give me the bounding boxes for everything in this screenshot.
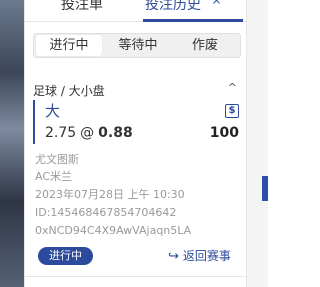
background-right	[247, 0, 268, 287]
return-icon: ↪	[168, 249, 179, 264]
stake-amount: 100	[209, 125, 239, 141]
at-symbol: @	[80, 125, 95, 141]
market-label: 足球 / 大小盘	[33, 84, 105, 98]
filter-pending[interactable]: 等待中	[105, 35, 171, 56]
odds-value: 0.88	[98, 125, 133, 141]
handicap-line: 2.75	[45, 125, 77, 141]
match-datetime: 2023年07月28日 上午 10:30	[35, 188, 185, 201]
home-team: 尤文图斯	[35, 153, 79, 166]
bet-panel: 投注单 投注历史 ^ 进行中 等待中 作废 足球 / 大小盘 ^ 大 $ 2.7…	[24, 0, 248, 287]
filter-void[interactable]: 作废	[172, 35, 238, 56]
tab-bet-history-label: 投注历史	[145, 0, 201, 13]
chevron-up-icon: ^	[211, 0, 222, 12]
filter-in-progress[interactable]: 进行中	[36, 35, 102, 56]
chevron-up-icon[interactable]: ^	[228, 80, 237, 96]
divider	[25, 276, 248, 277]
tab-bet-history[interactable]: 投注历史 ^	[145, 0, 222, 16]
bet-id: ID:145468467854704642	[35, 206, 177, 219]
away-team: AC米兰	[35, 170, 73, 183]
active-tab-indicator	[143, 19, 243, 22]
market-header[interactable]: 足球 / 大小盘 ^	[33, 80, 241, 98]
odds-row: 2.75 @0.88	[45, 124, 133, 142]
tab-bet-slip[interactable]: 投注单	[61, 0, 103, 16]
background-left	[0, 0, 24, 287]
tab-bet-slip-label: 投注单	[61, 0, 103, 13]
status-badge: 进行中	[38, 247, 93, 265]
background-marker	[262, 176, 268, 201]
bet-selection: 大 $ 2.75 @0.88 100	[33, 100, 241, 144]
selection-label: 大	[45, 102, 61, 120]
dollar-icon[interactable]: $	[225, 104, 239, 118]
status-filter: 进行中 等待中 作废	[33, 33, 241, 58]
return-label: 返回赛事	[182, 249, 231, 263]
return-to-match-link[interactable]: ↪ 返回赛事	[168, 248, 231, 264]
top-tabs: 投注单 投注历史 ^	[25, 0, 248, 22]
tx-hash: 0xNCD94C4X9AwVAjaqn5LA	[35, 224, 192, 237]
